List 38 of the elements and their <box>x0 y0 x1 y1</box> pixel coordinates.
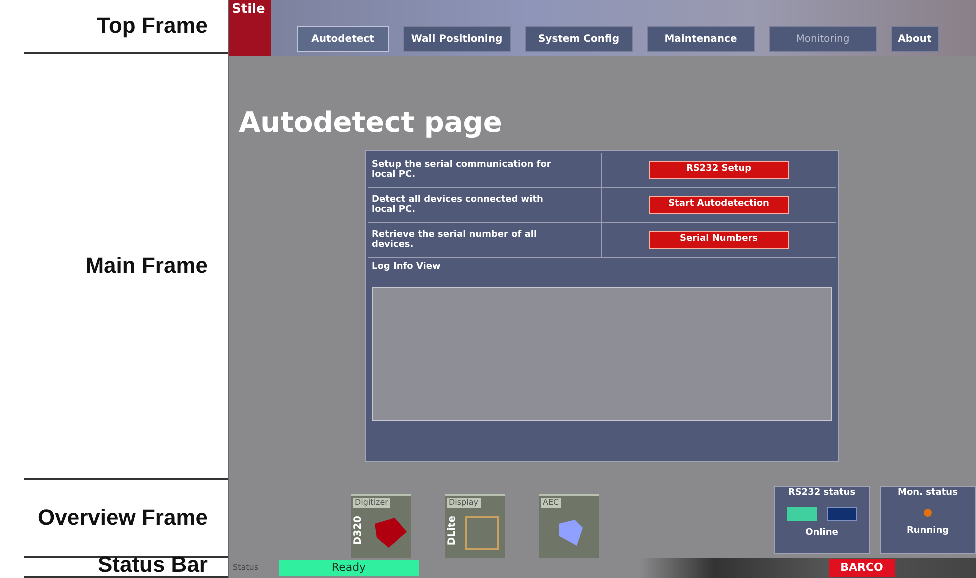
rx-indicator <box>827 506 857 520</box>
device-name: D320 <box>354 516 364 546</box>
frame-annotation: Main Frame <box>86 255 208 277</box>
frame-annotation: Overview Frame <box>38 507 208 529</box>
tx-indicator <box>787 506 817 520</box>
action-button[interactable]: Start Autodetection <box>649 196 789 214</box>
row-description: Retrieve the serial number of all devices. <box>372 230 538 250</box>
panel-title: RS232 status <box>788 487 856 500</box>
nav-tab[interactable]: Wall Positioning <box>403 26 511 52</box>
stile-logo: Stile <box>229 0 271 56</box>
device-tag: AEC <box>541 498 562 508</box>
action-button[interactable]: Serial Numbers <box>649 231 789 249</box>
device-tag: Digitizer <box>353 498 390 508</box>
page-title: Autodetect page <box>239 106 504 140</box>
frame-annotation: Status Bar <box>98 554 208 576</box>
status-text: Running <box>906 524 950 538</box>
device-tile[interactable]: AEC <box>539 494 599 558</box>
square-outline-icon <box>465 516 499 550</box>
panel-title: Mon. status <box>898 487 958 500</box>
device-tile[interactable]: Digitizer D320 <box>351 494 411 558</box>
status-label: Status <box>232 562 260 574</box>
action-button[interactable]: RS232 Setup <box>649 161 789 179</box>
nav-tab[interactable]: Autodetect <box>297 26 389 52</box>
nav-tab[interactable]: System Config <box>525 26 633 52</box>
status-led-icon <box>924 508 932 516</box>
row-description: Setup the serial communication for local PC. <box>372 160 552 180</box>
status-field: Ready <box>279 560 419 576</box>
diamond-shape-icon <box>373 516 407 550</box>
log-label: Log Info View <box>371 261 442 274</box>
barco-logo: BARCO <box>829 559 895 577</box>
device-name: DLite <box>448 516 458 546</box>
status-text: Online <box>806 526 838 540</box>
device-tile[interactable]: Display DLite <box>445 494 505 558</box>
frame-annotation: Top Frame <box>97 15 208 37</box>
device-tag: Display <box>447 498 480 508</box>
row-description: Detect all devices connected with local PC. <box>372 195 544 215</box>
nav-tab[interactable]: About <box>891 26 939 52</box>
nav-tab[interactable]: Maintenance <box>647 26 755 52</box>
